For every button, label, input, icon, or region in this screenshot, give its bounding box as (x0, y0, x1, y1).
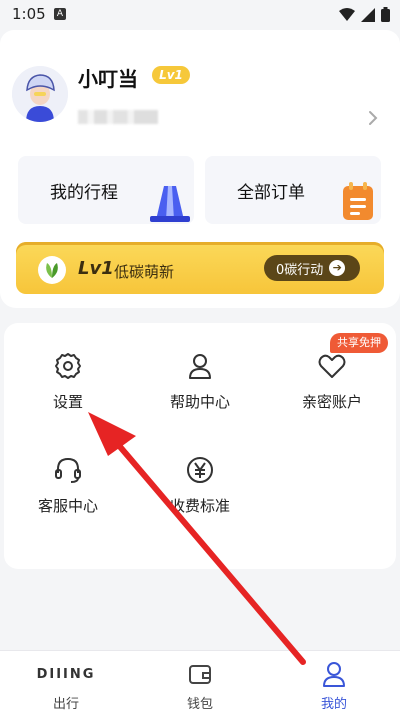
leaf-icon (38, 256, 66, 284)
battery-icon (381, 7, 390, 22)
status-icons (339, 7, 390, 22)
fee-standard-button[interactable]: 收费标准 (150, 455, 250, 516)
nav-travel[interactable]: DIIING 出行 (26, 661, 106, 712)
fee-standard-label: 收费标准 (169, 497, 230, 515)
brand-logo: DIIING (36, 666, 96, 682)
gear-icon (55, 353, 81, 379)
family-account-label: 亲密账户 (301, 393, 362, 411)
wallet-icon (189, 665, 211, 684)
my-trips-button[interactable]: 我的行程 (18, 156, 194, 224)
road-icon (150, 186, 190, 222)
nav-wallet-label: 钱包 (186, 697, 213, 712)
person-icon (189, 354, 211, 379)
level-badge: Lv1 (152, 66, 190, 84)
service-menu: 设置 帮助中心 亲密账户 共享免押 客服中心 收费标准 (4, 323, 396, 569)
status-time: 1:05 (12, 5, 46, 23)
low-carbon-banner[interactable]: Lv1 低碳萌新 0碳行动 ➔ (16, 242, 384, 294)
customer-service-label: 客服中心 (37, 497, 98, 515)
arrow-right-icon: ➔ (329, 260, 346, 276)
eco-title: 低碳萌新 (114, 263, 175, 281)
signal-icon (361, 7, 375, 22)
all-orders-button[interactable]: 全部订单 (205, 156, 381, 224)
shared-deposit-free-badge: 共享免押 (330, 333, 388, 353)
settings-button[interactable]: 设置 (18, 351, 118, 412)
settings-label: 设置 (52, 393, 83, 411)
heart-icon (318, 354, 346, 378)
status-bar: 1:05 A (0, 0, 400, 30)
all-orders-label: 全部订单 (237, 183, 305, 203)
carbon-action-label: 0碳行动 (276, 262, 324, 278)
notification-icon: A (54, 8, 66, 20)
nav-travel-label: 出行 (52, 697, 79, 712)
profile-card: 小叮当 Lv1 我的行程 全部订单 Lv1 低碳萌新 0碳行动 ➔ (0, 30, 400, 308)
user-icon (323, 662, 345, 687)
headset-icon (55, 457, 81, 483)
order-list-icon (343, 182, 373, 220)
avatar[interactable] (12, 66, 68, 122)
wifi-icon (339, 7, 355, 21)
nav-mine[interactable]: 我的 (294, 661, 374, 712)
family-account-button[interactable]: 亲密账户 (282, 351, 382, 412)
nav-mine-label: 我的 (320, 697, 347, 712)
eco-level: Lv1 (78, 258, 114, 279)
customer-service-button[interactable]: 客服中心 (18, 455, 118, 516)
help-center-button[interactable]: 帮助中心 (150, 351, 250, 412)
bottom-nav: DIIING 出行 钱包 我的 (0, 650, 400, 712)
username: 小叮当 (78, 67, 138, 91)
masked-phone (78, 110, 158, 124)
carbon-action-button[interactable]: 0碳行动 ➔ (264, 255, 360, 281)
chevron-right-icon[interactable] (368, 110, 378, 126)
help-center-label: 帮助中心 (169, 393, 230, 411)
my-trips-label: 我的行程 (50, 183, 118, 203)
nav-wallet[interactable]: 钱包 (160, 661, 240, 712)
yuan-icon (187, 457, 213, 483)
